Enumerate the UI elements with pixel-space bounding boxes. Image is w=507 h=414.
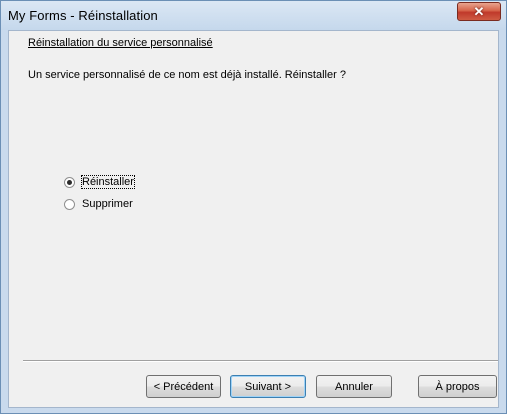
footer-separator — [23, 360, 498, 362]
dialog-client-area — [8, 30, 499, 408]
about-button[interactable]: À propos — [418, 375, 497, 398]
page-message: Un service personnalisé de ce nom est dé… — [28, 69, 346, 81]
radio-label-remove[interactable]: Supprimer — [82, 198, 133, 210]
page-heading: Réinstallation du service personnalisé — [28, 37, 213, 49]
previous-button[interactable]: < Précédent — [146, 375, 221, 398]
radio-option-remove[interactable]: Supprimer — [64, 198, 133, 210]
radio-button-remove[interactable] — [64, 198, 75, 210]
radio-button-reinstall[interactable] — [64, 176, 75, 188]
window-title: My Forms - Réinstallation — [8, 8, 158, 23]
close-icon: ✕ — [473, 4, 485, 19]
radio-option-reinstall[interactable]: Réinstaller — [64, 175, 135, 189]
next-button[interactable]: Suivant > — [230, 375, 306, 398]
title-bar[interactable]: My Forms - Réinstallation ✕ — [1, 1, 506, 30]
cancel-button[interactable]: Annuler — [316, 375, 392, 398]
radio-label-reinstall[interactable]: Réinstaller — [81, 175, 135, 189]
close-button[interactable]: ✕ — [457, 2, 501, 21]
radio-selected-dot — [67, 179, 72, 185]
